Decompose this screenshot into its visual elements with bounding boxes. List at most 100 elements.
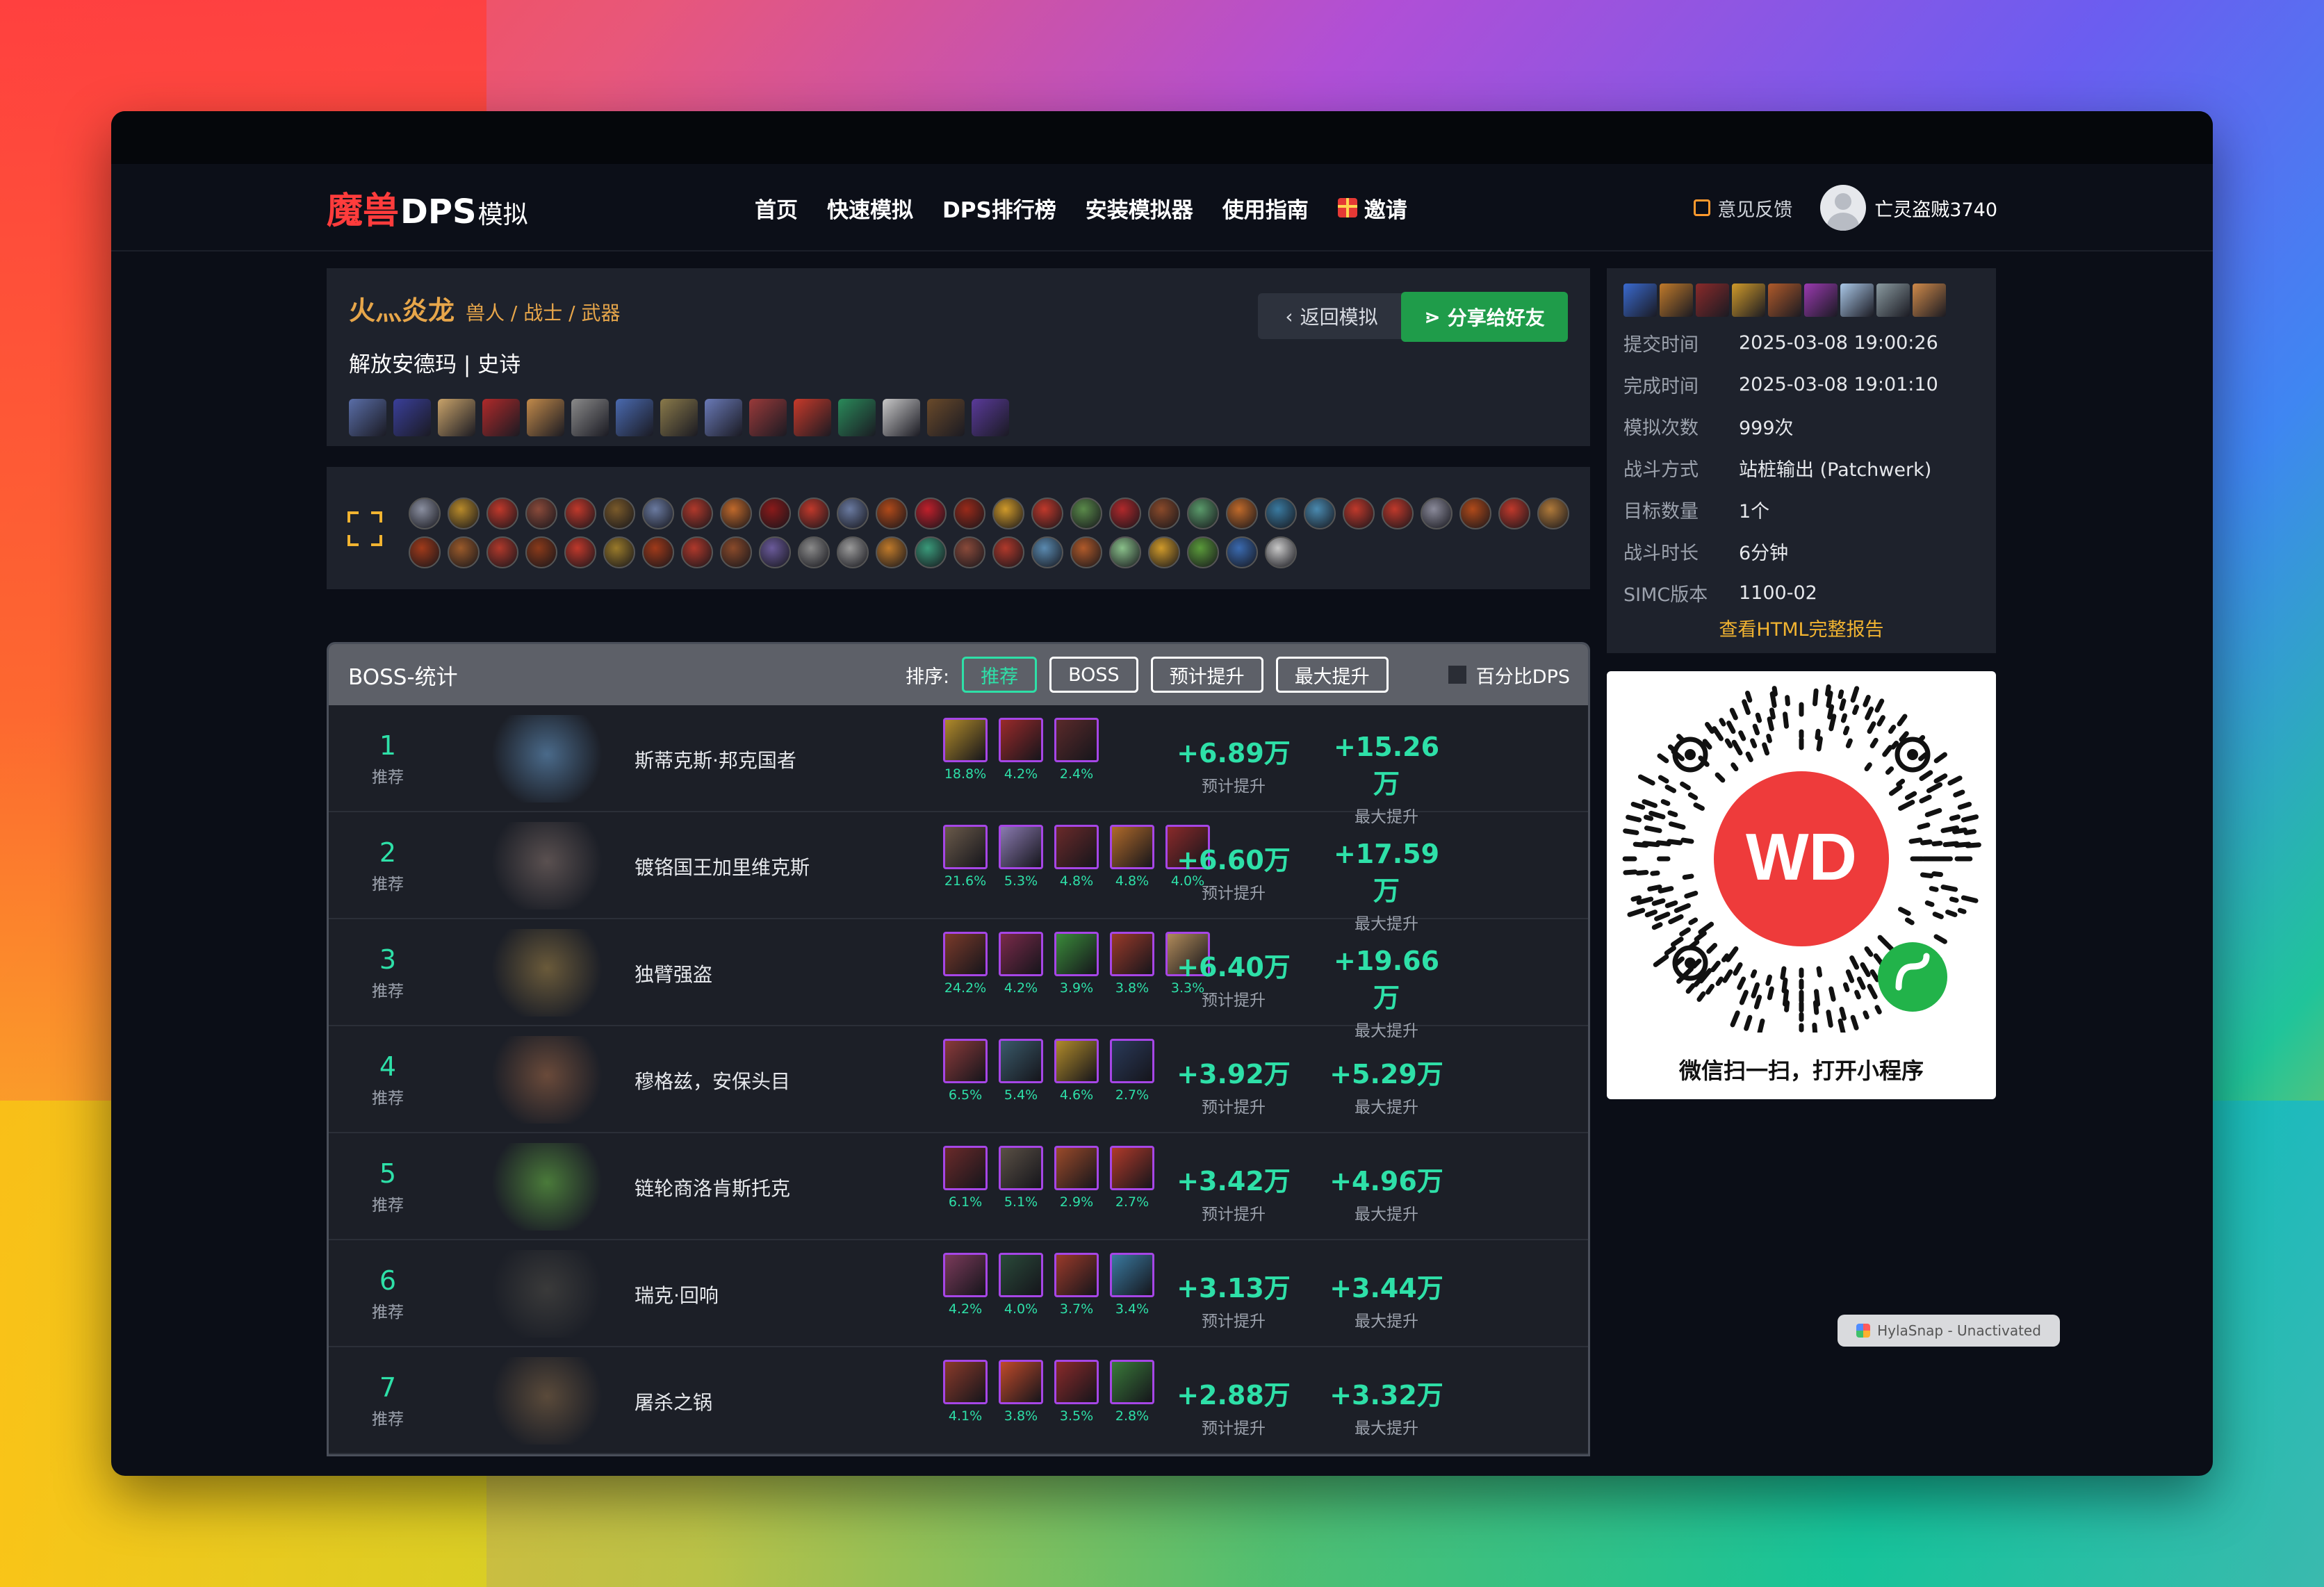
upgrade-item[interactable]: 2.4% bbox=[1054, 718, 1099, 782]
talent-icon[interactable] bbox=[525, 498, 557, 529]
upgrade-item[interactable]: 4.2% bbox=[943, 1253, 988, 1317]
talent-icon[interactable] bbox=[1031, 536, 1063, 568]
boss-row[interactable]: 6 推荐 瑞克·回响 4.2% 4.0% 3.7% 3.4% +3.13万 预计… bbox=[329, 1240, 1588, 1347]
upgrade-item[interactable]: 6.1% bbox=[943, 1146, 988, 1210]
sort-recommended-button[interactable]: 推荐 bbox=[962, 657, 1038, 693]
upgrade-item[interactable]: 4.8% bbox=[1110, 825, 1154, 889]
back-to-sim-button[interactable]: ‹ 返回模拟 bbox=[1258, 293, 1405, 339]
talent-icon[interactable] bbox=[1421, 498, 1452, 529]
upgrade-item[interactable]: 4.6% bbox=[1054, 1039, 1099, 1103]
upgrade-item[interactable]: 4.1% bbox=[943, 1360, 988, 1424]
expand-icon[interactable] bbox=[347, 511, 382, 546]
gear-slot-icon[interactable] bbox=[660, 399, 698, 436]
boss-row[interactable]: 1 推荐 斯蒂克斯·邦克国者 18.8% 4.2% 2.4% +6.89万 预计… bbox=[329, 705, 1588, 826]
upgrade-item[interactable]: 21.6% bbox=[943, 825, 988, 889]
upgrade-item[interactable]: 3.5% bbox=[1054, 1360, 1099, 1424]
talent-icon[interactable] bbox=[1148, 536, 1180, 568]
talent-icon[interactable] bbox=[1537, 498, 1569, 529]
gear-slot-icon[interactable] bbox=[527, 399, 564, 436]
talent-icon[interactable] bbox=[1148, 498, 1180, 529]
gear-slot-icon[interactable] bbox=[349, 399, 386, 436]
upgrade-item[interactable]: 5.1% bbox=[999, 1146, 1043, 1210]
upgrade-item[interactable]: 3.7% bbox=[1054, 1253, 1099, 1317]
gear-slot-icon[interactable] bbox=[393, 399, 431, 436]
talent-icon[interactable] bbox=[642, 536, 674, 568]
talent-icon[interactable] bbox=[992, 536, 1024, 568]
upgrade-item[interactable]: 3.4% bbox=[1110, 1253, 1154, 1317]
talent-icon[interactable] bbox=[1070, 498, 1102, 529]
talent-icon[interactable] bbox=[1226, 498, 1258, 529]
share-button[interactable]: ⋗ 分享给好友 bbox=[1401, 292, 1568, 342]
gear-slot-icon[interactable] bbox=[927, 399, 965, 436]
talent-icon[interactable] bbox=[915, 498, 947, 529]
talent-icon[interactable] bbox=[448, 498, 480, 529]
talent-icon[interactable] bbox=[564, 536, 596, 568]
upgrade-item[interactable]: 3.8% bbox=[1110, 932, 1154, 996]
talent-icon[interactable] bbox=[759, 498, 791, 529]
percent-dps-checkbox[interactable] bbox=[1448, 666, 1466, 684]
full-report-link[interactable]: 查看HTML完整报告 bbox=[1623, 614, 1979, 641]
talent-icon[interactable] bbox=[1498, 498, 1530, 529]
gear-slot-icon[interactable] bbox=[972, 399, 1009, 436]
talent-icon[interactable] bbox=[876, 498, 908, 529]
talent-icon[interactable] bbox=[798, 498, 830, 529]
talent-icon[interactable] bbox=[954, 536, 985, 568]
upgrade-item[interactable]: 2.8% bbox=[1110, 1360, 1154, 1424]
talent-icon[interactable] bbox=[1226, 536, 1258, 568]
talent-icon[interactable] bbox=[1187, 498, 1219, 529]
talent-icon[interactable] bbox=[954, 498, 985, 529]
upgrade-item[interactable]: 2.7% bbox=[1110, 1039, 1154, 1103]
talent-icon[interactable] bbox=[837, 536, 869, 568]
talent-icon[interactable] bbox=[1265, 498, 1297, 529]
talent-icon[interactable] bbox=[1187, 536, 1219, 568]
boss-row[interactable]: 7 推荐 屠杀之锅 4.1% 3.8% 3.5% 2.8% +2.88万 预计提… bbox=[329, 1347, 1588, 1454]
upgrade-item[interactable]: 2.7% bbox=[1110, 1146, 1154, 1210]
upgrade-item[interactable]: 5.4% bbox=[999, 1039, 1043, 1103]
talent-icon[interactable] bbox=[720, 536, 752, 568]
sort-expected-button[interactable]: 预计提升 bbox=[1150, 657, 1263, 693]
boss-row[interactable]: 5 推荐 链轮商洛肯斯托克 6.1% 5.1% 2.9% 2.7% +3.42万… bbox=[329, 1133, 1588, 1240]
upgrade-item[interactable]: 4.0% bbox=[999, 1253, 1043, 1317]
upgrade-item[interactable]: 5.3% bbox=[999, 825, 1043, 889]
upgrade-item[interactable]: 4.2% bbox=[999, 718, 1043, 782]
talent-icon[interactable] bbox=[409, 498, 441, 529]
percent-dps-toggle[interactable]: 百分比DPS bbox=[1448, 644, 1570, 705]
talent-icon[interactable] bbox=[1382, 498, 1414, 529]
talent-icon[interactable] bbox=[798, 536, 830, 568]
sort-boss-button[interactable]: BOSS bbox=[1049, 657, 1138, 693]
gear-slot-icon[interactable] bbox=[705, 399, 742, 436]
talent-icon[interactable] bbox=[564, 498, 596, 529]
boss-row[interactable]: 2 推荐 镀铬国王加里维克斯 21.6% 5.3% 4.8% 4.8% 4.0%… bbox=[329, 812, 1588, 933]
talent-icon[interactable] bbox=[1031, 498, 1063, 529]
upgrade-item[interactable]: 3.9% bbox=[1054, 932, 1099, 996]
upgrade-item[interactable]: 4.2% bbox=[999, 932, 1043, 996]
gear-slot-icon[interactable] bbox=[838, 399, 876, 436]
talent-icon[interactable] bbox=[876, 536, 908, 568]
sort-max-button[interactable]: 最大提升 bbox=[1275, 657, 1389, 693]
gear-slot-icon[interactable] bbox=[794, 399, 831, 436]
gear-slot-icon[interactable] bbox=[438, 399, 475, 436]
gear-slot-icon[interactable] bbox=[883, 399, 920, 436]
talent-icon[interactable] bbox=[681, 498, 713, 529]
talent-icon[interactable] bbox=[1343, 498, 1375, 529]
talent-icon[interactable] bbox=[525, 536, 557, 568]
talent-icon[interactable] bbox=[1265, 536, 1297, 568]
talent-icon[interactable] bbox=[837, 498, 869, 529]
talent-icon[interactable] bbox=[448, 536, 480, 568]
upgrade-item[interactable]: 3.8% bbox=[999, 1360, 1043, 1424]
talent-icon[interactable] bbox=[1109, 536, 1141, 568]
talent-icon[interactable] bbox=[1070, 536, 1102, 568]
talent-icon[interactable] bbox=[486, 498, 518, 529]
talent-icon[interactable] bbox=[1304, 498, 1336, 529]
talent-icon[interactable] bbox=[1459, 498, 1491, 529]
talent-icon[interactable] bbox=[603, 498, 635, 529]
upgrade-item[interactable]: 18.8% bbox=[943, 718, 988, 782]
talent-icon[interactable] bbox=[759, 536, 791, 568]
talent-icon[interactable] bbox=[603, 536, 635, 568]
talent-icon[interactable] bbox=[720, 498, 752, 529]
upgrade-item[interactable]: 2.9% bbox=[1054, 1146, 1099, 1210]
gear-slot-icon[interactable] bbox=[571, 399, 609, 436]
talent-icon[interactable] bbox=[915, 536, 947, 568]
gear-slot-icon[interactable] bbox=[616, 399, 653, 436]
upgrade-item[interactable]: 4.8% bbox=[1054, 825, 1099, 889]
